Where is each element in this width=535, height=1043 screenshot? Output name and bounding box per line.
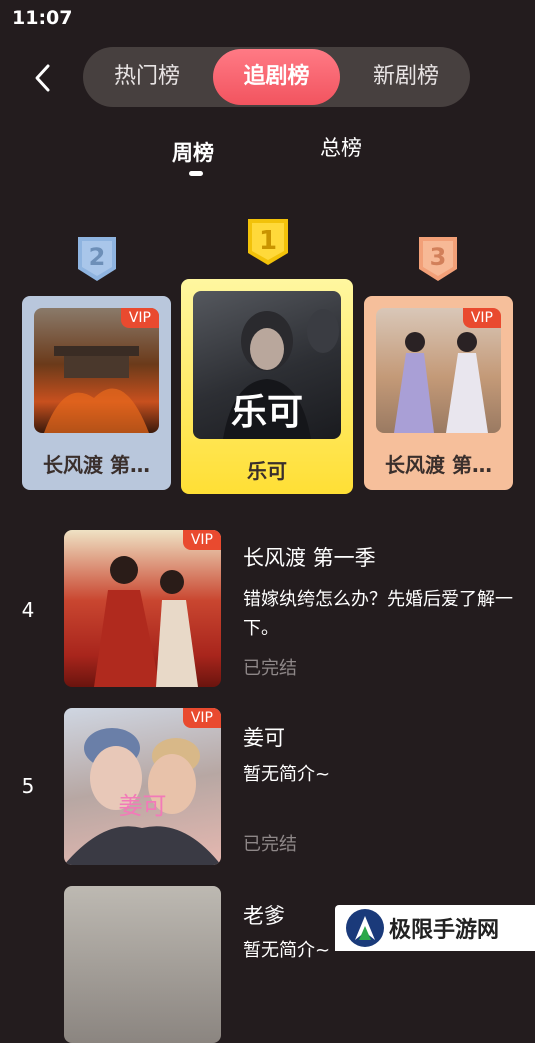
rank-2-number: 2 <box>89 243 106 271</box>
rank-2-badge: 2 <box>74 233 120 289</box>
drama-cover: VIP <box>64 530 221 687</box>
active-tab-indicator <box>189 171 203 176</box>
vip-badge: VIP <box>182 708 221 728</box>
tab-weekly[interactable]: 周榜 <box>172 137 214 167</box>
tab-new[interactable]: 新剧榜 <box>342 47 470 107</box>
vip-badge: VIP <box>182 530 221 550</box>
back-button[interactable] <box>28 60 58 96</box>
tab-overall[interactable]: 总榜 <box>320 132 362 162</box>
drama-title: 长风渡 第一季 <box>243 546 376 570</box>
drama-status: 已完结 <box>243 658 297 679</box>
status-time: 11:07 <box>12 7 73 29</box>
drama-cover <box>64 886 221 1043</box>
drama-cover: VIP <box>34 308 159 433</box>
vip-badge: VIP <box>120 308 159 328</box>
rank-1-badge: 1 <box>244 215 292 273</box>
drama-title: 姜可 <box>243 726 285 750</box>
cover-title: 姜可 <box>118 792 167 820</box>
watermark: 极限手游网 <box>335 905 535 951</box>
cover-title: 乐可 <box>230 392 303 433</box>
drama-description: 错嫁纨绔怎么办？先婚后爱了解一下。 <box>243 589 513 639</box>
drama-cover: 姜可 VIP <box>64 708 221 865</box>
drama-status: 已完结 <box>243 834 297 855</box>
podium-card-1[interactable]: 乐可 乐可 <box>181 279 353 494</box>
logo-icon <box>346 909 384 947</box>
list-item[interactable]: 4 VIP 长风渡 第一季 错嫁纨绔怎么办？先婚后爱了解一下。 已完结 <box>0 530 535 690</box>
podium-title: 乐可 <box>247 459 287 483</box>
list-item[interactable]: 5 姜可 VIP 姜可 暂无简介~ 已完结 <box>0 708 535 868</box>
tab-binge[interactable]: 追剧榜 <box>213 49 340 105</box>
drama-title: 老爹 <box>243 904 285 928</box>
watermark-text: 极限手游网 <box>389 918 500 943</box>
vip-badge: VIP <box>462 308 501 328</box>
drama-cover: 乐可 <box>193 291 341 439</box>
rank-1-number: 1 <box>259 226 277 256</box>
drama-description: 暂无简介~ <box>243 764 331 785</box>
podium-title: 长风渡 第… <box>43 453 150 477</box>
rank-number: 5 <box>21 774 35 798</box>
rank-number: 4 <box>21 598 35 622</box>
chevron-left-icon <box>35 64 50 92</box>
podium-title: 长风渡 第… <box>385 453 492 477</box>
rank-3-badge: 3 <box>415 233 461 289</box>
tab-hot[interactable]: 热门榜 <box>83 47 211 107</box>
ranking-type-tabs: 热门榜 追剧榜 新剧榜 <box>83 47 470 107</box>
podium-card-2[interactable]: VIP 长风渡 第… <box>22 296 171 490</box>
drama-cover: VIP <box>376 308 501 433</box>
rank-3-number: 3 <box>430 243 447 271</box>
podium-card-3[interactable]: VIP 长风渡 第… <box>364 296 513 490</box>
